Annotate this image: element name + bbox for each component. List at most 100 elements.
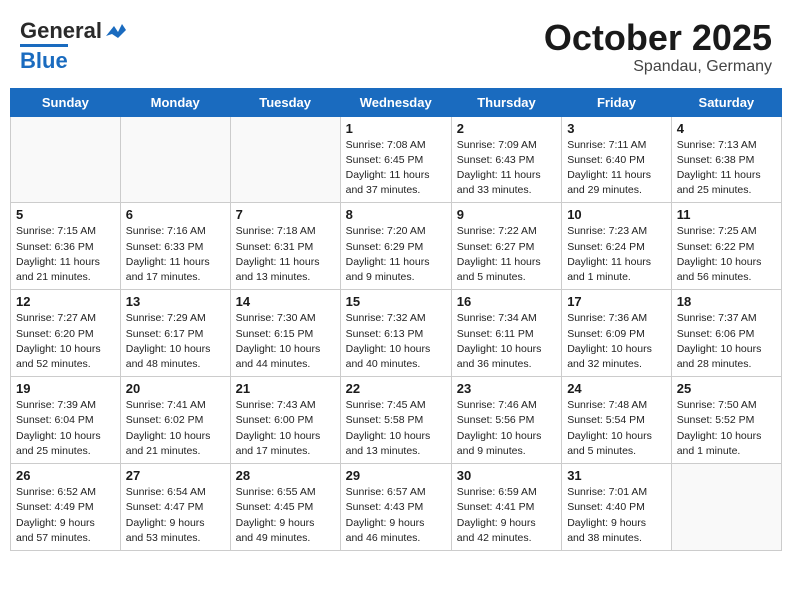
day-info: Sunrise: 7:43 AM Sunset: 6:00 PM Dayligh… bbox=[236, 398, 335, 459]
calendar-cell: 31Sunrise: 7:01 AM Sunset: 4:40 PM Dayli… bbox=[562, 464, 672, 551]
weekday-header-friday: Friday bbox=[562, 88, 672, 116]
calendar-cell: 25 Sunrise: 7:50 AM Sunset: 5:52 PM Dayli… bbox=[671, 377, 781, 464]
day-info: Sunrise: 7:27 AM Sunset: 6:20 PM Dayligh… bbox=[16, 311, 115, 372]
day-number: 28 bbox=[236, 468, 335, 483]
calendar-cell: 1 Sunrise: 7:08 AM Sunset: 6:45 PM Daylig… bbox=[340, 116, 451, 203]
calendar-cell: 12 Sunrise: 7:27 AM Sunset: 6:20 PM Dayli… bbox=[11, 290, 121, 377]
day-info: Sunrise: 7:20 AM Sunset: 6:29 PM Dayligh… bbox=[346, 224, 446, 285]
calendar-cell bbox=[11, 116, 121, 203]
calendar-cell: 29 Sunrise: 6:57 AM Sunset: 4:43 PM Dayli… bbox=[340, 464, 451, 551]
calendar-cell: 30 Sunrise: 6:59 AM Sunset: 4:41 PM Dayli… bbox=[451, 464, 561, 551]
day-info: Sunrise: 7:45 AM Sunset: 5:58 PM Dayligh… bbox=[346, 398, 446, 459]
weekday-header-thursday: Thursday bbox=[451, 88, 561, 116]
calendar-cell: 24 Sunrise: 7:48 AM Sunset: 5:54 PM Dayli… bbox=[562, 377, 672, 464]
day-info: Sunrise: 6:55 AM Sunset: 4:45 PM Dayligh… bbox=[236, 485, 335, 546]
calendar-cell: 6 Sunrise: 7:16 AM Sunset: 6:33 PM Daylig… bbox=[120, 203, 230, 290]
day-info: Sunrise: 7:37 AM Sunset: 6:06 PM Dayligh… bbox=[677, 311, 776, 372]
day-info: Sunrise: 7:48 AM Sunset: 5:54 PM Dayligh… bbox=[567, 398, 666, 459]
day-number: 8 bbox=[346, 207, 446, 222]
calendar-cell: 20 Sunrise: 7:41 AM Sunset: 6:02 PM Dayli… bbox=[120, 377, 230, 464]
day-number: 23 bbox=[457, 381, 556, 396]
logo-general: General bbox=[20, 18, 102, 44]
day-info: Sunrise: 7:09 AM Sunset: 6:43 PM Dayligh… bbox=[457, 138, 556, 199]
weekday-header-tuesday: Tuesday bbox=[230, 88, 340, 116]
day-info: Sunrise: 7:41 AM Sunset: 6:02 PM Dayligh… bbox=[126, 398, 225, 459]
day-number: 31 bbox=[567, 468, 666, 483]
weekday-header-saturday: Saturday bbox=[671, 88, 781, 116]
calendar-cell: 8 Sunrise: 7:20 AM Sunset: 6:29 PM Daylig… bbox=[340, 203, 451, 290]
logo: General Blue bbox=[20, 18, 126, 74]
day-info: Sunrise: 7:16 AM Sunset: 6:33 PM Dayligh… bbox=[126, 224, 225, 285]
weekday-header-wednesday: Wednesday bbox=[340, 88, 451, 116]
day-info: Sunrise: 6:59 AM Sunset: 4:41 PM Dayligh… bbox=[457, 485, 556, 546]
day-info: Sunrise: 7:15 AM Sunset: 6:36 PM Dayligh… bbox=[16, 224, 115, 285]
calendar-header-row: SundayMondayTuesdayWednesdayThursdayFrid… bbox=[11, 88, 782, 116]
calendar-cell: 13 Sunrise: 7:29 AM Sunset: 6:17 PM Dayli… bbox=[120, 290, 230, 377]
day-info: Sunrise: 7:25 AM Sunset: 6:22 PM Dayligh… bbox=[677, 224, 776, 285]
day-info: Sunrise: 7:34 AM Sunset: 6:11 PM Dayligh… bbox=[457, 311, 556, 372]
calendar-cell: 17Sunrise: 7:36 AM Sunset: 6:09 PM Dayli… bbox=[562, 290, 672, 377]
day-number: 17 bbox=[567, 294, 666, 309]
day-number: 16 bbox=[457, 294, 556, 309]
day-number: 4 bbox=[677, 121, 776, 136]
calendar-table: SundayMondayTuesdayWednesdayThursdayFrid… bbox=[10, 88, 782, 551]
calendar-cell: 3 Sunrise: 7:11 AM Sunset: 6:40 PM Daylig… bbox=[562, 116, 672, 203]
calendar-cell: 18 Sunrise: 7:37 AM Sunset: 6:06 PM Dayli… bbox=[671, 290, 781, 377]
day-info: Sunrise: 7:50 AM Sunset: 5:52 PM Dayligh… bbox=[677, 398, 776, 459]
day-number: 12 bbox=[16, 294, 115, 309]
day-info: Sunrise: 7:32 AM Sunset: 6:13 PM Dayligh… bbox=[346, 311, 446, 372]
day-number: 27 bbox=[126, 468, 225, 483]
day-number: 20 bbox=[126, 381, 225, 396]
calendar-cell: 11 Sunrise: 7:25 AM Sunset: 6:22 PM Dayli… bbox=[671, 203, 781, 290]
day-number: 1 bbox=[346, 121, 446, 136]
day-info: Sunrise: 6:57 AM Sunset: 4:43 PM Dayligh… bbox=[346, 485, 446, 546]
day-number: 6 bbox=[126, 207, 225, 222]
day-info: Sunrise: 7:46 AM Sunset: 5:56 PM Dayligh… bbox=[457, 398, 556, 459]
calendar-cell bbox=[230, 116, 340, 203]
day-number: 30 bbox=[457, 468, 556, 483]
calendar-cell: 19Sunrise: 7:39 AM Sunset: 6:04 PM Dayli… bbox=[11, 377, 121, 464]
calendar-cell: 2 Sunrise: 7:09 AM Sunset: 6:43 PM Daylig… bbox=[451, 116, 561, 203]
month-title: October 2025 bbox=[544, 18, 772, 58]
day-number: 25 bbox=[677, 381, 776, 396]
day-info: Sunrise: 7:11 AM Sunset: 6:40 PM Dayligh… bbox=[567, 138, 666, 199]
calendar-cell: 28 Sunrise: 6:55 AM Sunset: 4:45 PM Dayli… bbox=[230, 464, 340, 551]
day-number: 11 bbox=[677, 207, 776, 222]
calendar-cell: 10Sunrise: 7:23 AM Sunset: 6:24 PM Dayli… bbox=[562, 203, 672, 290]
calendar-week-2: 5Sunrise: 7:15 AM Sunset: 6:36 PM Daylig… bbox=[11, 203, 782, 290]
day-number: 24 bbox=[567, 381, 666, 396]
calendar-cell: 27 Sunrise: 6:54 AM Sunset: 4:47 PM Dayli… bbox=[120, 464, 230, 551]
day-number: 15 bbox=[346, 294, 446, 309]
day-info: Sunrise: 7:29 AM Sunset: 6:17 PM Dayligh… bbox=[126, 311, 225, 372]
day-number: 10 bbox=[567, 207, 666, 222]
calendar-cell: 14Sunrise: 7:30 AM Sunset: 6:15 PM Dayli… bbox=[230, 290, 340, 377]
calendar-cell: 4 Sunrise: 7:13 AM Sunset: 6:38 PM Daylig… bbox=[671, 116, 781, 203]
day-number: 21 bbox=[236, 381, 335, 396]
weekday-header-monday: Monday bbox=[120, 88, 230, 116]
calendar-cell bbox=[671, 464, 781, 551]
day-number: 7 bbox=[236, 207, 335, 222]
day-info: Sunrise: 7:08 AM Sunset: 6:45 PM Dayligh… bbox=[346, 138, 446, 199]
calendar-week-1: 1 Sunrise: 7:08 AM Sunset: 6:45 PM Daylig… bbox=[11, 116, 782, 203]
day-number: 29 bbox=[346, 468, 446, 483]
day-number: 3 bbox=[567, 121, 666, 136]
calendar-cell: 26Sunrise: 6:52 AM Sunset: 4:49 PM Dayli… bbox=[11, 464, 121, 551]
day-number: 13 bbox=[126, 294, 225, 309]
day-info: Sunrise: 7:18 AM Sunset: 6:31 PM Dayligh… bbox=[236, 224, 335, 285]
day-number: 22 bbox=[346, 381, 446, 396]
day-number: 9 bbox=[457, 207, 556, 222]
day-info: Sunrise: 7:13 AM Sunset: 6:38 PM Dayligh… bbox=[677, 138, 776, 199]
day-info: Sunrise: 7:30 AM Sunset: 6:15 PM Dayligh… bbox=[236, 311, 335, 372]
calendar-cell: 7 Sunrise: 7:18 AM Sunset: 6:31 PM Daylig… bbox=[230, 203, 340, 290]
day-info: Sunrise: 7:22 AM Sunset: 6:27 PM Dayligh… bbox=[457, 224, 556, 285]
calendar-cell: 21 Sunrise: 7:43 AM Sunset: 6:00 PM Dayli… bbox=[230, 377, 340, 464]
day-number: 2 bbox=[457, 121, 556, 136]
calendar-cell: 22 Sunrise: 7:45 AM Sunset: 5:58 PM Dayli… bbox=[340, 377, 451, 464]
calendar-week-3: 12 Sunrise: 7:27 AM Sunset: 6:20 PM Dayli… bbox=[11, 290, 782, 377]
day-info: Sunrise: 6:54 AM Sunset: 4:47 PM Dayligh… bbox=[126, 485, 225, 546]
calendar-cell: 15 Sunrise: 7:32 AM Sunset: 6:13 PM Dayli… bbox=[340, 290, 451, 377]
page-header: General Blue October 2025 Spandau, Germa… bbox=[10, 10, 782, 80]
logo-blue: Blue bbox=[20, 44, 68, 74]
day-number: 18 bbox=[677, 294, 776, 309]
calendar-cell bbox=[120, 116, 230, 203]
